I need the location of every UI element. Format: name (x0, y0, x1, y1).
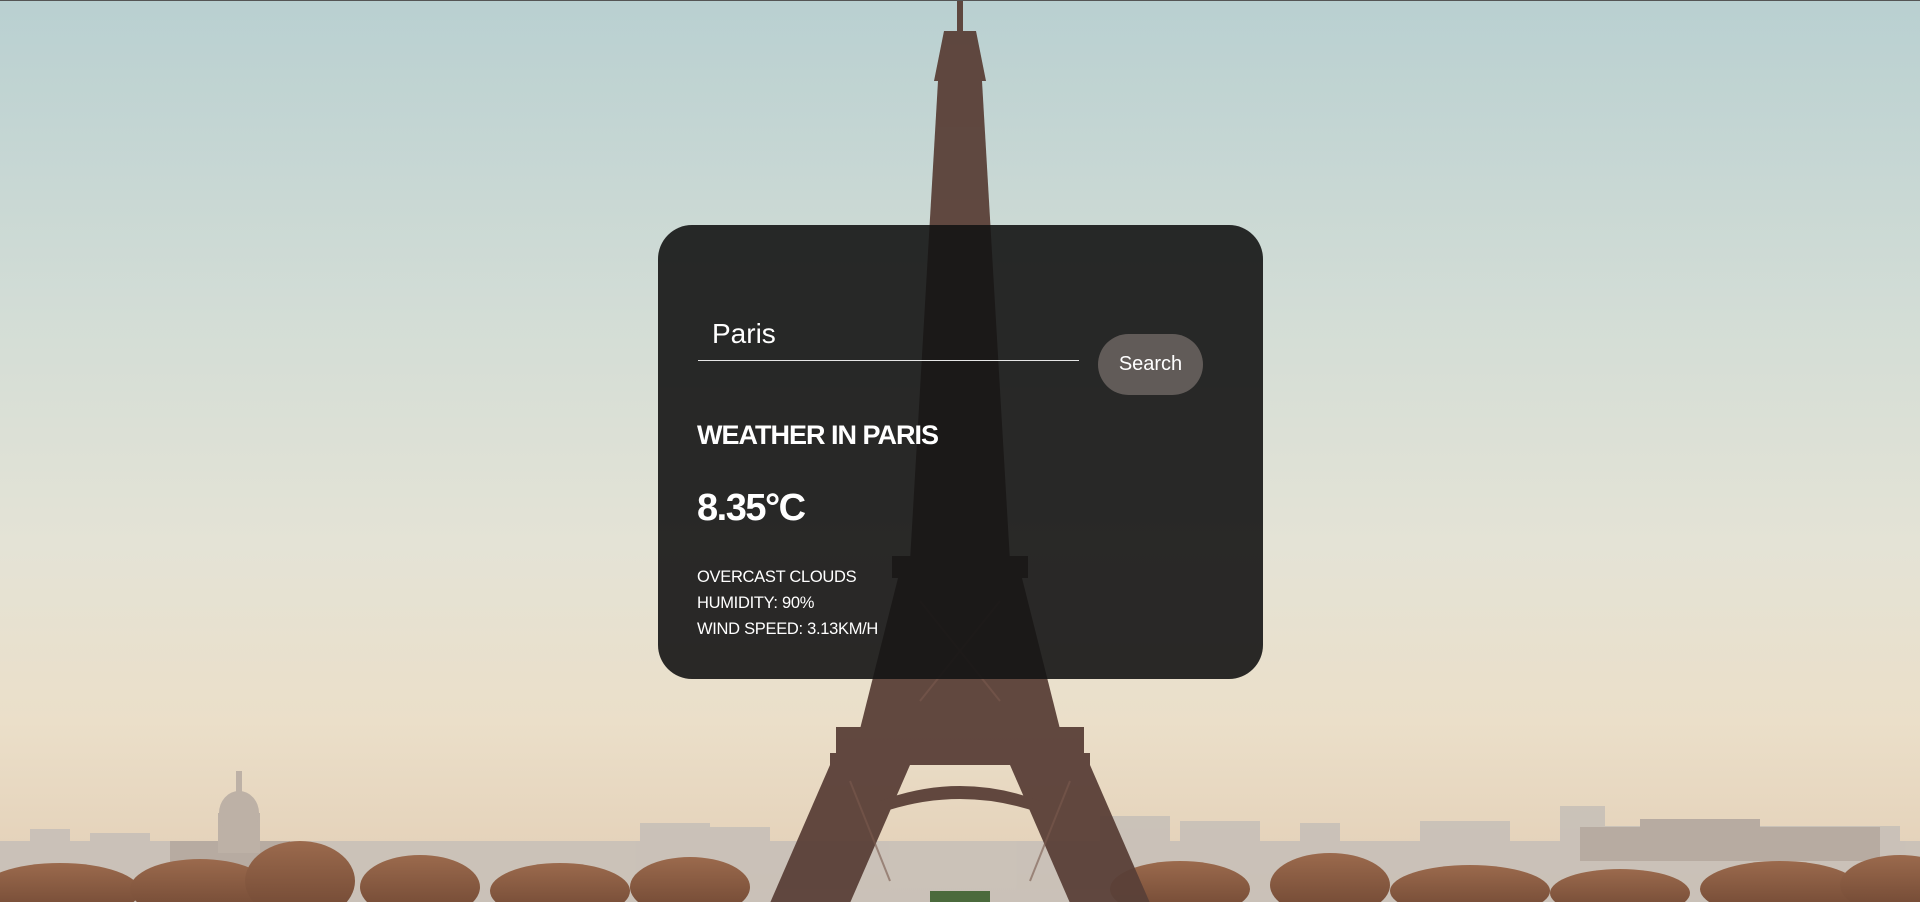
weather-details: OVERCAST CLOUDS HUMIDITY: 90% WIND SPEED… (697, 564, 878, 642)
wind-speed-value: WIND SPEED: 3.13KM/H (697, 620, 879, 638)
weather-card: Search WEATHER IN PARIS 8.35°C OVERCAST … (658, 225, 1263, 679)
weather-city-title: WEATHER IN PARIS (697, 420, 939, 450)
app-page: Search WEATHER IN PARIS 8.35°C OVERCAST … (0, 0, 1920, 902)
temperature-value: 8.35°C (697, 487, 806, 529)
search-bar: Search (698, 307, 1203, 395)
city-search-input[interactable] (698, 307, 1079, 361)
search-button[interactable]: Search (1098, 334, 1203, 395)
weather-description: OVERCAST CLOUDS (697, 568, 857, 586)
humidity-value: HUMIDITY: 90% (697, 594, 815, 612)
